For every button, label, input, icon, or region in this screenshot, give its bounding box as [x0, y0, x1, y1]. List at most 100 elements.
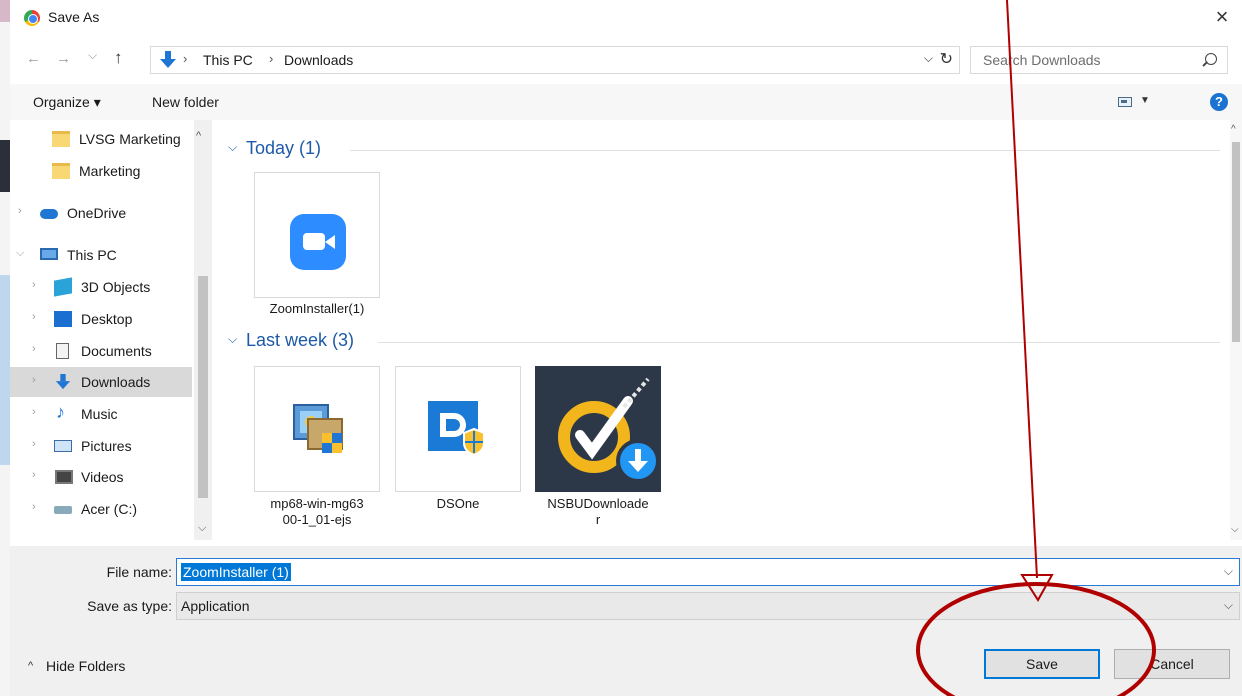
chrome-icon — [24, 10, 40, 26]
folder-icon — [52, 131, 70, 147]
save-button[interactable]: Save — [984, 649, 1100, 679]
tree-item-label: Marketing — [79, 163, 141, 179]
file-list: ⌵ Today (1) ZoomInstaller(1) ⌵ Last week… — [224, 120, 1242, 540]
view-options-icon[interactable] — [1118, 97, 1132, 107]
save-as-type-select[interactable]: Application ⌵ — [176, 592, 1240, 620]
file-tile-zoominstaller[interactable] — [254, 172, 380, 298]
navigation-pane: LVSG Marketing Marketing › OneDrive ⌵ Th… — [10, 120, 214, 540]
file-list-scrollbar[interactable]: ^ ⌵ — [1230, 120, 1242, 540]
expand-chevron-icon[interactable]: › — [32, 406, 36, 418]
cancel-button[interactable]: Cancel — [1114, 649, 1230, 679]
view-options-dropdown[interactable]: ▼ — [1140, 95, 1150, 106]
breadcrumb-downloads[interactable]: Downloads — [284, 52, 353, 68]
close-button[interactable]: × — [1208, 4, 1236, 32]
scrollbar-thumb[interactable] — [1232, 142, 1240, 342]
command-toolbar: Organize ▾ New folder ▼ ? — [10, 84, 1242, 120]
file-name-label: DSOne — [436, 496, 480, 511]
chevron-up-icon[interactable]: ^ — [28, 660, 33, 672]
tree-item-label: Pictures — [81, 438, 132, 454]
tree-item-3d-objects[interactable]: › 3D Objects — [10, 272, 192, 302]
search-icon[interactable] — [1205, 53, 1217, 65]
group-label: Last week (3) — [246, 330, 355, 350]
breadcrumb-this-pc[interactable]: This PC — [203, 52, 253, 68]
chevron-down-icon[interactable]: ⌵ — [1224, 564, 1233, 579]
collapse-chevron-icon[interactable]: ⌵ — [16, 247, 24, 260]
recent-locations-button[interactable]: ⌵ — [88, 48, 97, 63]
address-bar[interactable]: › This PC › Downloads ⌵ ↻ — [150, 46, 960, 74]
scroll-up-button[interactable]: ^ — [196, 130, 201, 142]
scroll-down-button[interactable]: ⌵ — [1231, 524, 1239, 535]
tree-item-music[interactable]: › ♪ Music — [10, 399, 192, 429]
desktop-icon — [54, 311, 72, 327]
tree-item-label: Acer (C:) — [81, 501, 137, 517]
file-name-field[interactable]: ZoomInstaller (1) ⌵ — [176, 558, 1240, 586]
address-dropdown-button[interactable]: ⌵ — [924, 51, 933, 66]
up-button[interactable]: ↑ — [114, 48, 123, 68]
music-icon: ♪ — [56, 402, 65, 422]
videos-icon — [55, 470, 73, 484]
search-box[interactable]: Search Downloads — [970, 46, 1228, 74]
expand-chevron-icon[interactable]: › — [32, 501, 36, 513]
tree-item-pictures[interactable]: › Pictures — [10, 431, 192, 461]
group-header-last-week[interactable]: ⌵ Last week (3) — [224, 328, 1224, 354]
expand-chevron-icon[interactable]: › — [32, 311, 36, 323]
dsone-app-icon — [426, 397, 488, 459]
expand-chevron-icon[interactable]: › — [32, 438, 36, 450]
collapse-chevron-icon[interactable]: ⌵ — [228, 140, 237, 155]
downloads-icon — [55, 374, 71, 390]
background-strip-pink — [0, 0, 10, 22]
folder-icon — [52, 163, 70, 179]
search-input[interactable]: Search Downloads — [983, 52, 1101, 68]
tree-item-onedrive[interactable]: › OneDrive — [10, 198, 192, 228]
file-tile-dsone[interactable] — [395, 366, 521, 492]
chevron-down-icon[interactable]: ⌵ — [1224, 598, 1233, 613]
file-name-label: File name: — [106, 564, 172, 580]
refresh-button[interactable]: ↻ — [940, 49, 953, 69]
tree-item-acer-c[interactable]: › Acer (C:) — [10, 494, 192, 524]
help-icon[interactable]: ? — [1210, 93, 1228, 111]
navigation-scrollbar[interactable]: ^ ⌵ — [194, 120, 212, 540]
expand-chevron-icon[interactable]: › — [32, 374, 36, 386]
organize-button[interactable]: Organize ▾ — [33, 94, 101, 111]
new-folder-button[interactable]: New folder — [152, 94, 219, 110]
breadcrumb-separator: › — [183, 51, 188, 66]
group-label: Today (1) — [246, 138, 322, 158]
tree-item-label: LVSG Marketing — [79, 131, 181, 147]
title-bar: Save As × — [10, 0, 1242, 36]
tree-item-label: 3D Objects — [81, 279, 151, 295]
scrollbar-thumb[interactable] — [198, 276, 208, 498]
group-header-today[interactable]: ⌵ Today (1) — [224, 136, 1224, 162]
scroll-down-button[interactable]: ⌵ — [198, 522, 206, 535]
forward-button[interactable]: → — [56, 50, 71, 67]
expand-chevron-icon[interactable]: › — [32, 343, 36, 355]
pc-icon — [40, 248, 58, 260]
tree-item-downloads[interactable]: › Downloads — [10, 367, 192, 397]
tree-item-label: Desktop — [81, 311, 133, 327]
tree-item-documents[interactable]: › Documents — [10, 336, 192, 366]
3d-objects-icon — [54, 277, 72, 297]
downloads-location-icon — [160, 51, 176, 68]
pictures-icon — [54, 440, 72, 452]
tree-item-marketing[interactable]: Marketing — [10, 156, 192, 186]
collapse-chevron-icon[interactable]: ⌵ — [228, 332, 237, 347]
file-name-label: ZoomInstaller(1) — [269, 301, 365, 316]
file-name-value[interactable]: ZoomInstaller (1) — [181, 563, 291, 581]
tree-item-this-pc[interactable]: ⌵ This PC — [10, 240, 192, 270]
save-as-dialog: Save As × ← → ⌵ ↑ › This PC › Downloads … — [10, 0, 1242, 696]
back-button[interactable]: ← — [26, 50, 41, 67]
hide-folders-button[interactable]: Hide Folders — [46, 658, 125, 674]
tree-item-lvsg-marketing[interactable]: LVSG Marketing — [10, 124, 192, 154]
documents-icon — [56, 343, 69, 359]
file-tile-mp68-win[interactable] — [254, 366, 380, 492]
window-title: Save As — [48, 9, 100, 25]
expand-chevron-icon[interactable]: › — [32, 279, 36, 291]
file-tile-nsbudownloader[interactable] — [535, 366, 661, 492]
tree-item-label: OneDrive — [67, 205, 127, 221]
tree-item-desktop[interactable]: › Desktop — [10, 304, 192, 334]
expand-chevron-icon[interactable]: › — [18, 205, 22, 217]
background-strip-blue — [0, 275, 10, 465]
tree-item-label: Music — [81, 406, 118, 422]
tree-item-videos[interactable]: › Videos — [10, 462, 192, 492]
expand-chevron-icon[interactable]: › — [32, 469, 36, 481]
scroll-up-button[interactable]: ^ — [1231, 124, 1236, 135]
